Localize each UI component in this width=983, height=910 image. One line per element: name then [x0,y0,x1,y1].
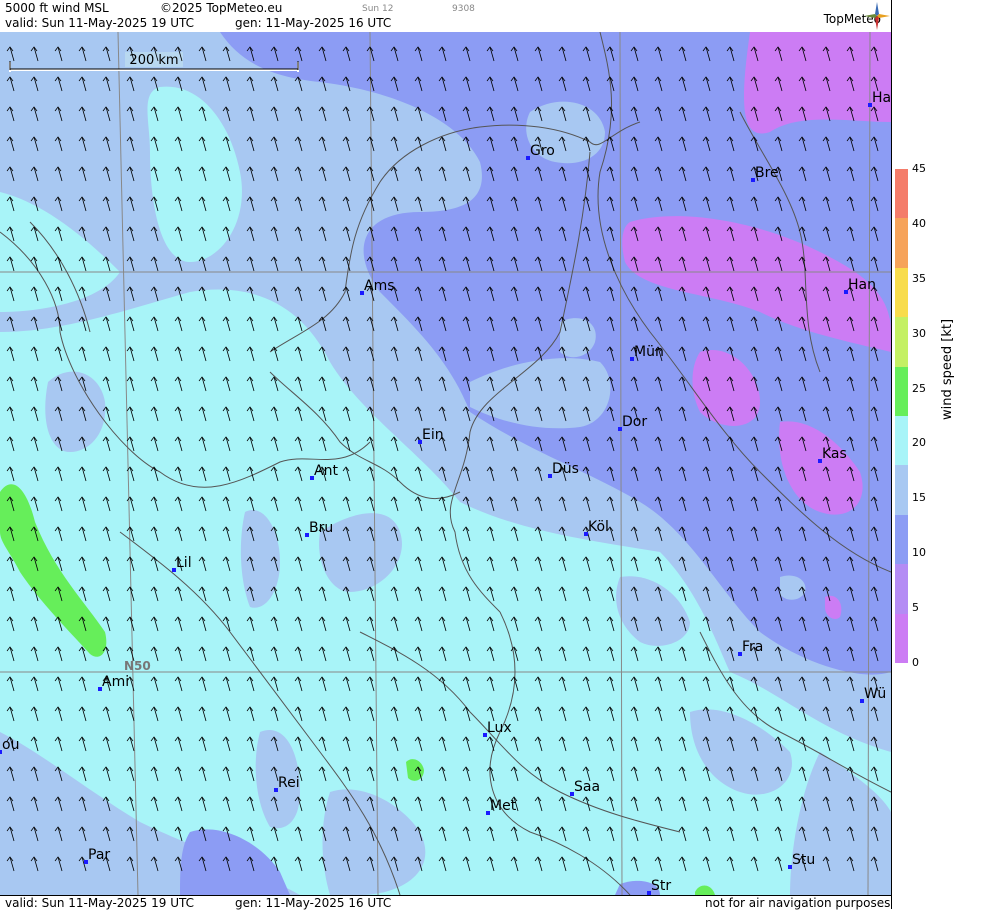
city-label: Dor [622,414,647,430]
city-label: ou [2,737,19,753]
color-scale-tick: 25 [912,381,926,395]
city-label: Par [88,847,110,863]
city-marker: Str [647,878,671,895]
copyright: ©2025 TopMeteo.eu [160,1,283,15]
color-scale-segment [895,169,908,219]
wind-zone-0-5-a [744,32,891,134]
city-label: Düs [552,461,579,477]
city-marker: ou [0,737,19,754]
city-label: Köl [588,519,609,535]
city-marker: Par [84,847,110,864]
city-label: Fra [742,639,763,655]
color-scale-tick: 5 [912,601,919,615]
city-marker: Köl [584,519,609,536]
color-scale-tick: 35 [912,271,926,285]
city-label: Ami [102,674,129,690]
city-marker: Dor [618,414,647,431]
color-scale-segment [895,317,908,368]
color-scale-segment [895,267,908,318]
city-marker: Mün [630,344,664,361]
color-scale-tick: 15 [912,491,926,505]
color-scale-tick: 10 [912,546,926,560]
city-marker: Ant [310,463,338,480]
city-label: Ant [314,463,338,479]
city-label: Wü [864,686,886,702]
color-scale-segment [895,366,908,417]
city-marker: Stu [788,852,815,869]
city-label: Ha [872,90,891,106]
code-indicator: 9308 [452,4,475,14]
map-footer: valid: Sun 11-May-2025 19 UTC gen: 11-Ma… [0,895,891,910]
compass-logo-icon [864,2,890,30]
color-scale-segment [895,514,908,565]
color-scale-tick: 0 [912,656,919,669]
city-marker: Ams [360,278,395,295]
color-scale-segment [895,416,908,466]
city-marker: Bre [751,165,779,182]
city-label: Gro [530,143,555,159]
city-marker: Ha [868,90,891,107]
city-marker: Bru [305,520,333,537]
wind-map[interactable]: 200 km N50 Gro Bre Ha Ams Han Mün Ein Dor Kas Ant… [0,32,891,895]
color-scale [895,169,908,664]
color-scale-segment [895,613,908,664]
color-scale-tick: 30 [912,326,926,340]
city-label: Mün [634,344,664,360]
city-marker: Lux [483,720,512,737]
scale-label: 200 km [129,53,178,68]
city-marker: Han [844,277,876,294]
city-label: Lil [176,555,192,571]
legend-title: wind speed [kt] [940,318,955,420]
city-label: Kas [822,446,847,462]
color-scale-segment [895,564,908,615]
city-marker: Rei [274,775,300,792]
valid-time: valid: Sun 11-May-2025 19 UTC [5,16,194,30]
city-marker: Düs [548,461,579,478]
city-marker: Ein [418,427,444,444]
day-indicator: Sun 12 [362,4,394,14]
city-marker: Saa [570,779,600,796]
city-marker: Fra [738,639,763,656]
city-marker: Wü [860,686,886,703]
color-scale-tick: 45 [912,162,926,175]
footer-generated-time: gen: 11-May-2025 16 UTC [235,896,392,910]
city-marker: Gro [526,143,555,160]
city-label: Stu [792,852,815,868]
footer-valid-time: valid: Sun 11-May-2025 19 UTC [5,896,194,910]
map-header: 5000 ft wind MSL ©2025 TopMeteo.eu Sun 1… [0,0,891,32]
city-label: Bru [309,520,333,536]
city-label: Met [490,798,517,814]
lat-label: N50 [124,659,151,673]
city-label: Saa [574,779,600,795]
city-label: Bre [755,165,779,181]
city-label: Ein [422,427,444,443]
city-label: Lux [487,720,512,736]
color-scale-segment [895,465,908,516]
color-scale-segment [895,218,908,269]
city-marker: Met [486,798,517,815]
city-label: Ams [364,278,395,294]
generated-time: gen: 11-May-2025 16 UTC [235,16,392,30]
disclaimer: not for air navigation purposes [705,896,891,910]
color-scale-tick: 20 [912,436,926,450]
product-title: 5000 ft wind MSL [5,1,109,15]
city-marker: Kas [818,446,847,463]
city-label: Han [848,277,876,293]
city-label: Rei [278,775,300,791]
city-marker: Ami [98,674,129,691]
color-scale-tick: 40 [912,216,926,230]
city-label: Str [651,878,671,894]
